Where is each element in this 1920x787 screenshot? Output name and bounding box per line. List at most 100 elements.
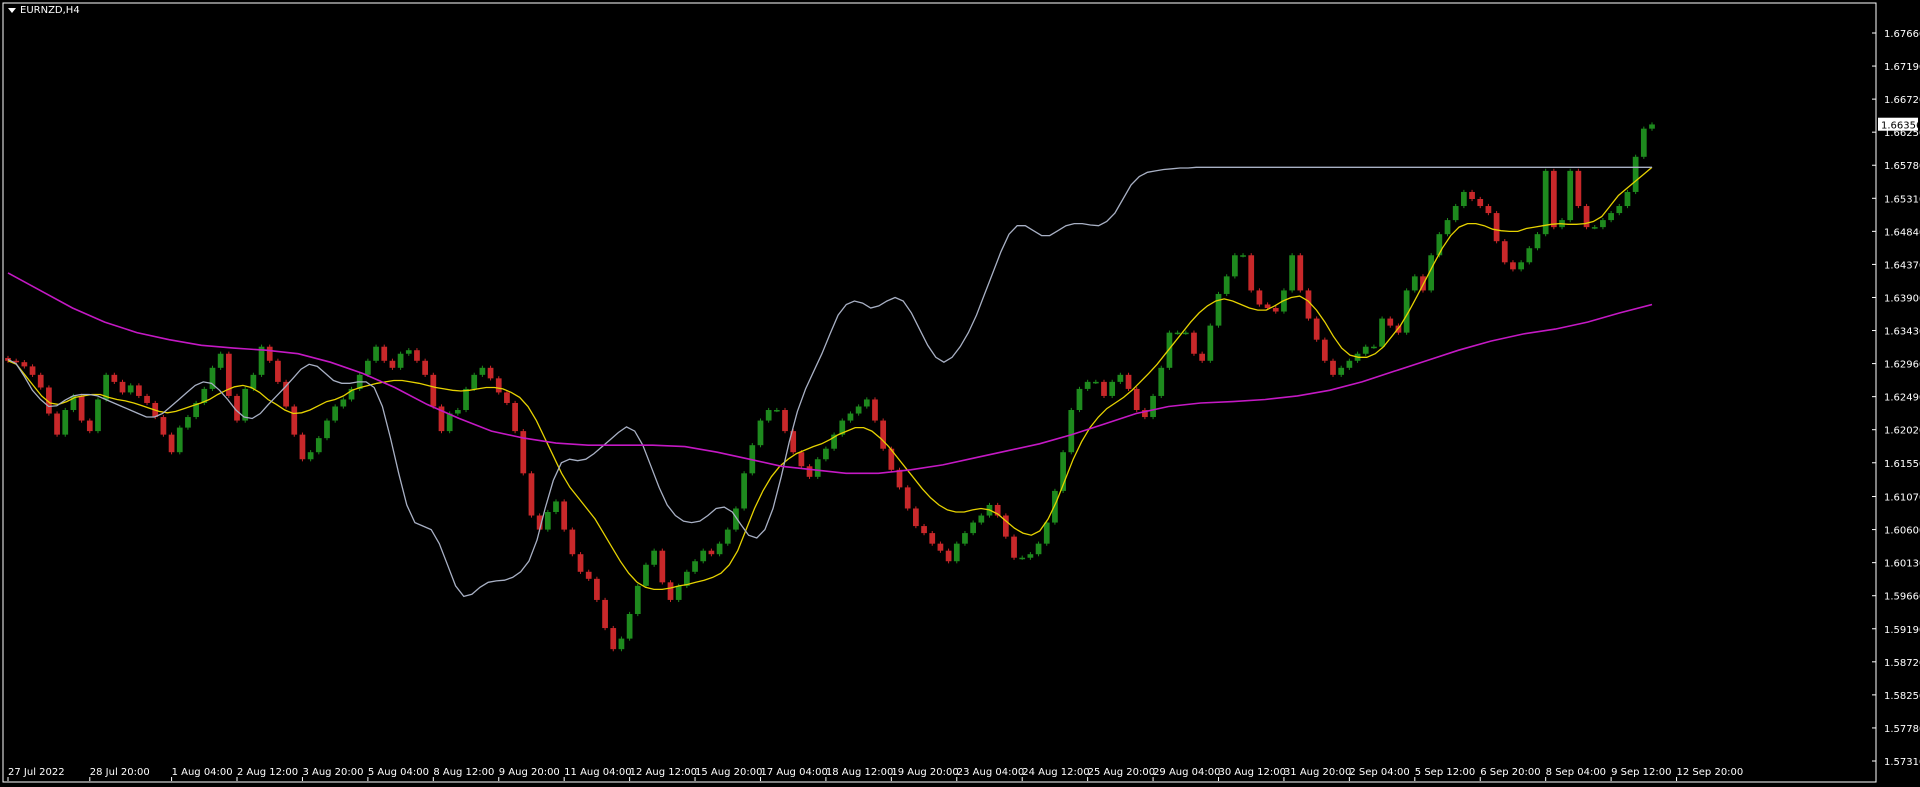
y-tick-label: 1.57310: [1884, 757, 1920, 768]
candle-body: [373, 346, 379, 361]
symbol-text: EURNZD,H4: [20, 5, 80, 16]
candle-body: [1338, 367, 1345, 375]
candle-body: [1387, 318, 1394, 326]
candle-body: [1207, 325, 1214, 361]
y-tick-label: 1.61550: [1884, 459, 1920, 470]
triangle-down-icon[interactable]: [8, 8, 16, 13]
candle-body: [78, 395, 85, 421]
candle-body: [651, 550, 658, 565]
candle-body: [463, 388, 469, 411]
candle-body: [1264, 304, 1271, 309]
candle-body: [86, 420, 93, 432]
candle-body: [340, 399, 347, 407]
current-price-label: 1.66356: [1881, 121, 1920, 132]
candle-body: [962, 533, 968, 544]
candle-body: [1379, 318, 1385, 347]
candle-body: [291, 406, 298, 435]
y-tick-label: 1.57780: [1884, 724, 1920, 735]
y-tick-label: 1.58720: [1884, 658, 1920, 669]
x-tick-label: 31 Aug 20:00: [1284, 767, 1351, 778]
y-tick-label: 1.66720: [1884, 95, 1920, 106]
candle-body: [381, 346, 388, 361]
x-tick-label: 25 Aug 20:00: [1088, 767, 1155, 778]
candle-body: [1232, 255, 1238, 277]
candle-body: [970, 522, 976, 534]
candle-body: [136, 385, 142, 396]
candle-body: [266, 346, 273, 361]
candle-body: [1125, 374, 1132, 389]
x-tick-label: 12 Aug 12:00: [630, 767, 697, 778]
candle-body: [1240, 255, 1246, 257]
y-tick-label: 1.62020: [1884, 426, 1920, 437]
candle-body: [111, 374, 118, 382]
x-tick-label: 9 Aug 20:00: [499, 767, 560, 778]
current-price-tag: 1.66356: [1878, 117, 1920, 132]
x-tick-label: 28 Jul 20:00: [90, 767, 150, 778]
candle-body: [610, 628, 617, 650]
candle-body: [1174, 332, 1181, 335]
chart-window[interactable]: 1.676601.671901.667201.662501.657801.653…: [0, 0, 1920, 787]
candle-body: [757, 420, 764, 446]
candle-body: [1256, 290, 1263, 305]
candle-body: [561, 501, 568, 530]
candle-body: [217, 353, 224, 368]
x-tick-label: 8 Aug 12:00: [433, 767, 494, 778]
candle-body: [872, 399, 878, 421]
candle-body: [880, 420, 887, 449]
candle-body: [544, 512, 551, 530]
candle-body: [733, 508, 739, 530]
candle-body: [1371, 346, 1377, 349]
candle-body: [405, 350, 412, 354]
candle-body: [1068, 410, 1075, 453]
candle-body: [1092, 381, 1099, 384]
x-tick-label: 2 Aug 12:00: [237, 767, 298, 778]
y-tick-label: 1.58250: [1884, 691, 1920, 702]
candle-body: [1649, 124, 1655, 129]
candle-body: [937, 543, 944, 551]
candle-body: [847, 413, 854, 421]
candle-body: [594, 578, 600, 600]
y-tick-label: 1.60600: [1884, 526, 1920, 537]
candle-body: [1526, 248, 1533, 263]
candle-body: [708, 550, 715, 555]
y-tick-label: 1.59190: [1884, 625, 1920, 636]
candle-body: [1011, 536, 1017, 558]
price-chart[interactable]: 1.676601.671901.667201.662501.657801.653…: [0, 0, 1920, 787]
y-tick-label: 1.63900: [1884, 293, 1920, 304]
candle-body: [585, 571, 592, 579]
x-tick-label: 5 Aug 04:00: [368, 767, 429, 778]
candle-body: [1101, 381, 1107, 396]
y-tick-label: 1.61070: [1884, 493, 1920, 504]
candle-body: [1436, 234, 1443, 256]
candle-body: [741, 473, 747, 509]
y-tick-label: 1.63430: [1884, 327, 1920, 338]
x-tick-label: 15 Aug 20:00: [695, 767, 762, 778]
x-tick-label: 1 Aug 04:00: [172, 767, 233, 778]
candle-body: [1035, 543, 1042, 555]
candle-body: [577, 554, 584, 572]
x-tick-label: 5 Sep 12:00: [1415, 767, 1475, 778]
y-tick-label: 1.62490: [1884, 393, 1920, 404]
candle-body: [1346, 360, 1353, 368]
candle-body: [1166, 332, 1173, 368]
candle-body: [29, 366, 36, 375]
candle-body: [782, 410, 788, 432]
candle-body: [1313, 318, 1320, 340]
candle-body: [430, 374, 437, 407]
y-tick-label: 1.62960: [1884, 360, 1920, 371]
y-tick-label: 1.65310: [1884, 194, 1920, 205]
symbol-label[interactable]: EURNZD,H4: [8, 5, 80, 16]
candle-body: [1616, 206, 1623, 214]
candle-body: [823, 448, 829, 460]
candle-body: [643, 564, 649, 586]
candle-body: [1591, 227, 1598, 229]
candle-body: [21, 362, 28, 367]
candle-body: [716, 543, 723, 555]
x-tick-label: 2 Sep 04:00: [1349, 767, 1409, 778]
candle-body: [504, 392, 510, 403]
x-tick-label: 29 Aug 04:00: [1153, 767, 1220, 778]
candle-body: [95, 399, 101, 432]
x-tick-label: 19 Aug 20:00: [891, 767, 958, 778]
y-tick-label: 1.64370: [1884, 260, 1920, 271]
candle-body: [929, 533, 936, 544]
